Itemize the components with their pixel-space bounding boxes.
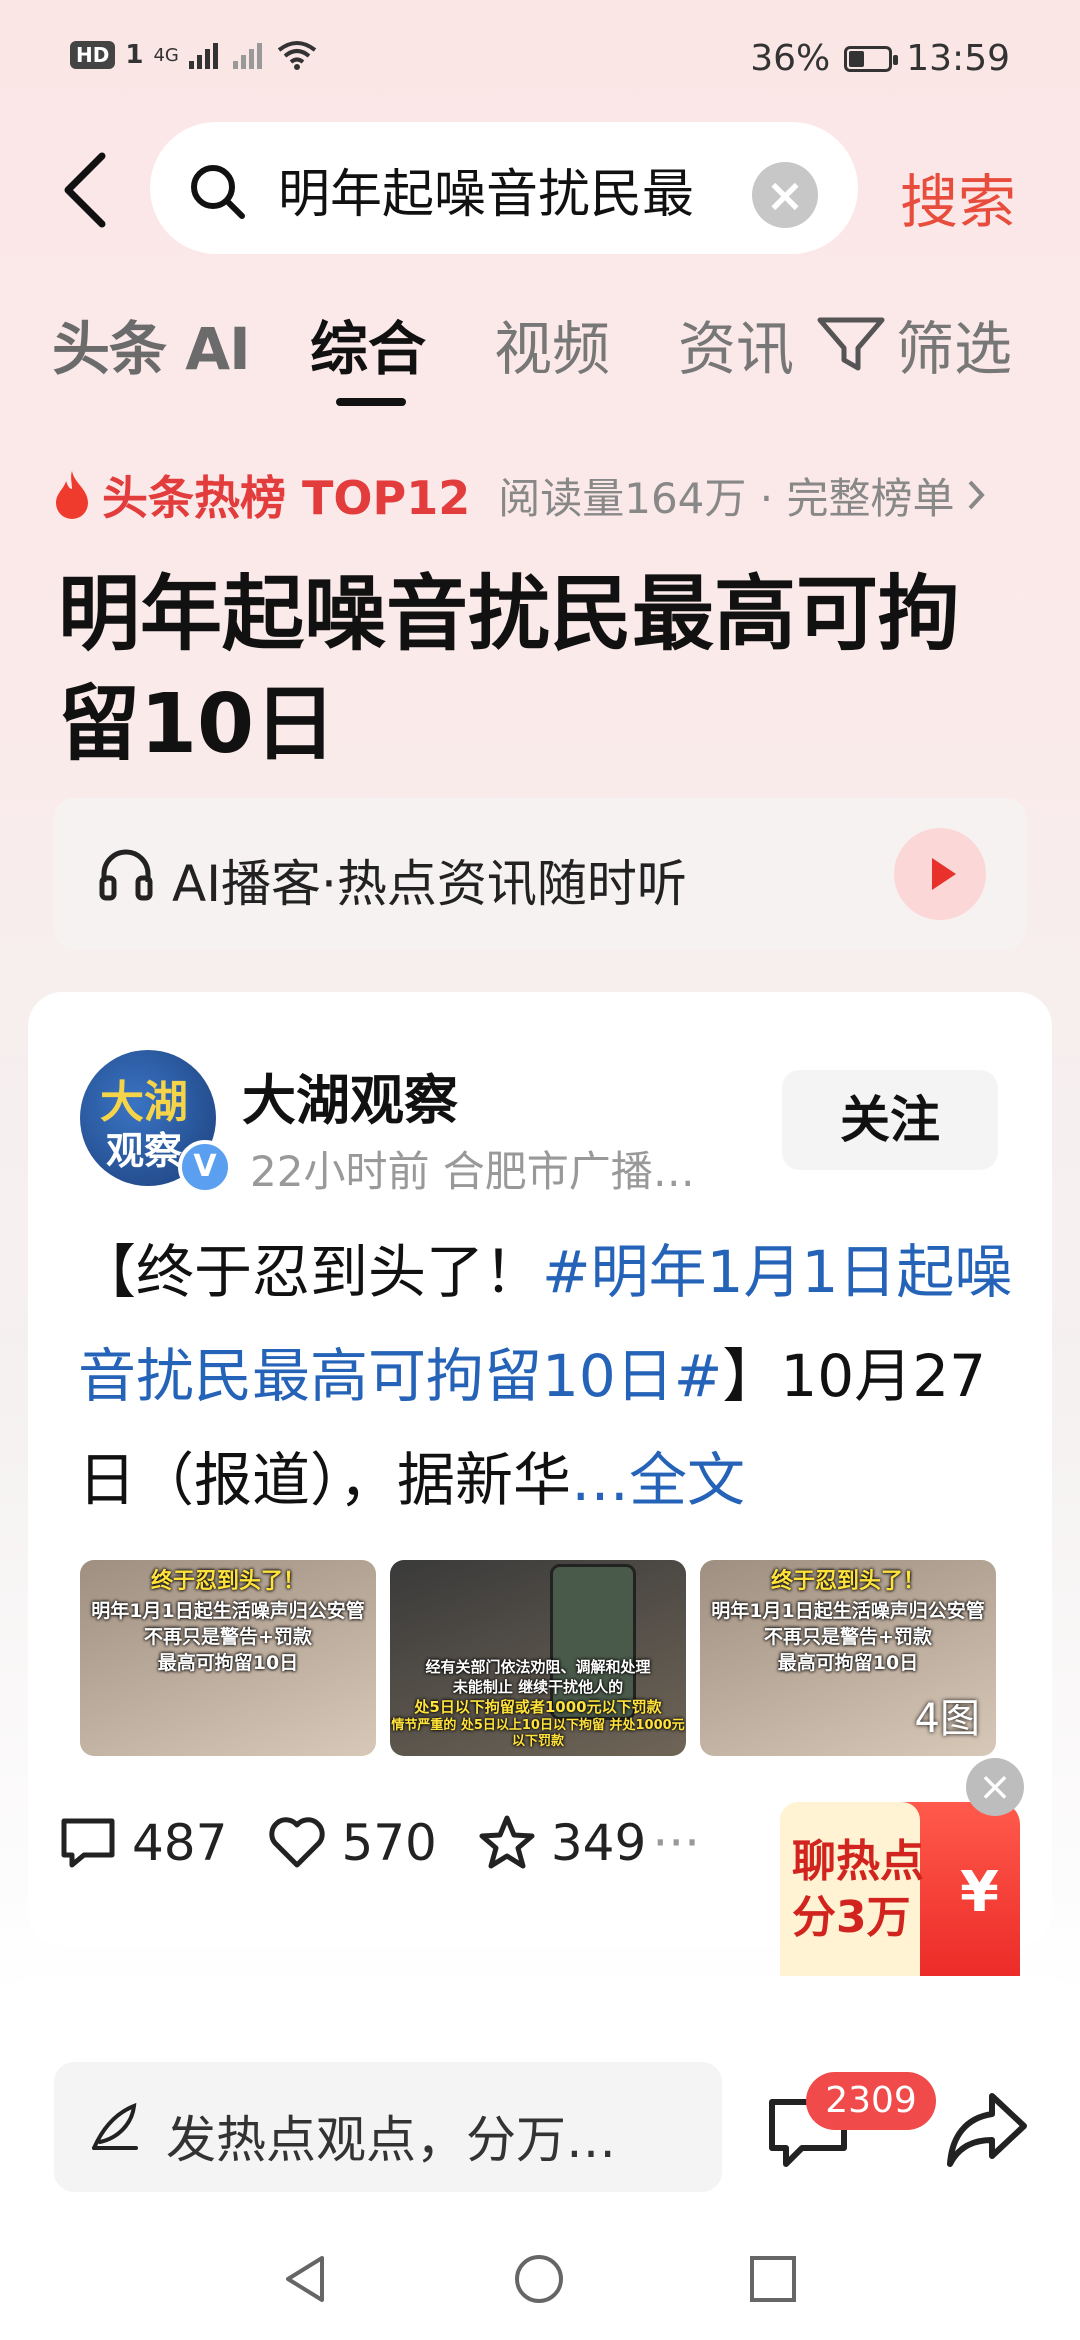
thumb-caption: 最高可拘留10日 <box>157 1652 299 1674</box>
image-count: 4图 <box>914 1696 980 1742</box>
play-button[interactable] <box>894 828 986 920</box>
search-box[interactable]: 明年起噪音扰民最 × <box>150 122 858 254</box>
comment-count-badge: 2309 <box>806 2072 936 2130</box>
wifi-icon <box>277 41 317 70</box>
nav-recents-icon[interactable] <box>748 2254 798 2304</box>
search-icon <box>191 165 245 219</box>
favorite-count: 349 <box>550 1814 647 1872</box>
filter-button[interactable]: 筛选 <box>816 302 1012 386</box>
close-icon[interactable]: × <box>966 1758 1024 1816</box>
avatar-text-bottom: 观察 <box>106 1128 183 1173</box>
more-icon[interactable]: ··· <box>652 1814 700 1872</box>
hd-indicator: HD <box>70 41 116 69</box>
network-indicator: 4G <box>153 44 179 66</box>
search-button[interactable]: 搜索 <box>900 155 1016 239</box>
status-right: 36% 13:59 <box>750 38 1010 79</box>
red-packet-line-1: 聊热点 <box>792 1836 924 1887</box>
post-meta: 22小时前 合肥市广播… <box>250 1147 695 1196</box>
status-left: HD 1 4G <box>70 40 317 70</box>
tab-video[interactable]: 视频 <box>494 302 610 386</box>
post-image-2[interactable]: 经有关部门依法劝阻、调解和处理 未能制止 继续干扰他人的 处5日以下拘留或者10… <box>390 1560 686 1756</box>
post-image-1[interactable]: 终于忍到头了！ 明年1月1日起生活噪声归公安管 不再只是警告+罚款 最高可拘留1… <box>80 1560 376 1756</box>
pen-icon <box>92 2102 138 2150</box>
thumb-caption: 不再只是警告+罚款 <box>764 1626 932 1648</box>
tab-news[interactable]: 资讯 <box>678 302 838 386</box>
comment-input[interactable]: 发热点观点，分万… <box>54 2062 722 2192</box>
hot-rank-label: 头条热榜 TOP12 <box>102 471 471 525</box>
status-bar: HD 1 4G 36% 13:59 <box>0 0 1080 124</box>
post-prefix: 【终于忍到头了！ <box>78 1238 543 1306</box>
podcast-label: AI播客·热点资讯随时听 <box>172 855 687 913</box>
red-packet-text: 聊热点 分3万 <box>792 1834 924 1946</box>
favorite-button[interactable]: 349 ··· <box>477 1814 700 1872</box>
thumb-caption: 情节严重的 处5日以上10日以下拘留 并处1000元以下罚款 <box>391 1718 685 1750</box>
thumb-caption-title: 终于忍到头了！ <box>770 1569 925 1594</box>
hot-meta: 阅读量164万 · 完整榜单 <box>498 473 955 523</box>
like-count: 570 <box>341 1814 437 1872</box>
share-icon[interactable] <box>944 2088 1030 2172</box>
filter-label: 筛选 <box>896 315 1013 383</box>
tab-bar: 头条 AI 综合 视频 资讯 筛选 <box>52 302 1052 412</box>
nav-home-icon[interactable] <box>512 2252 566 2306</box>
play-icon <box>932 858 956 890</box>
thumb-caption-title: 终于忍到头了！ <box>150 1569 305 1594</box>
comment-icon <box>61 1818 115 1868</box>
search-input[interactable]: 明年起噪音扰民最 <box>278 152 708 227</box>
comment-button[interactable]: 487 <box>58 1814 227 1872</box>
like-button[interactable]: 570 <box>267 1814 437 1872</box>
chevron-left-icon <box>64 152 106 228</box>
engagement-bar: 487 570 349 ··· <box>58 1814 740 1872</box>
ai-podcast-bar[interactable]: AI播客·热点资讯随时听 <box>54 798 1026 950</box>
clock: 13:59 <box>906 38 1010 79</box>
headphones-icon <box>99 849 153 901</box>
red-packet-line-2: 分3万 <box>792 1892 911 1943</box>
read-more-link[interactable]: …全文 <box>571 1446 745 1514</box>
thumb-caption: 最高可拘留10日 <box>777 1652 919 1674</box>
clear-icon[interactable]: × <box>752 162 818 228</box>
battery-icon <box>844 45 899 72</box>
page-title: 明年起噪音扰民最高可拘留10日 <box>58 567 961 772</box>
comment-count: 487 <box>132 1814 228 1872</box>
thumb-caption: 不再只是警告+罚款 <box>144 1626 312 1648</box>
tab-toutiao-ai[interactable]: 头条 AI <box>52 302 251 386</box>
heart-icon <box>269 1817 326 1868</box>
thumb-caption: 明年1月1日起生活噪声归公安管 <box>711 1600 985 1622</box>
thumb-caption: 处5日以下拘留或者1000元以下罚款 <box>414 1698 662 1716</box>
author-name[interactable]: 大湖观察 <box>242 1056 458 1135</box>
signal-icon <box>188 43 218 69</box>
yen-icon: ¥ <box>960 1860 999 1925</box>
star-icon <box>479 1815 535 1869</box>
thumb-caption: 经有关部门依法劝阻、调解和处理 <box>425 1658 651 1676</box>
verified-icon: V <box>178 1140 232 1194</box>
signal-2-icon <box>232 43 262 69</box>
hot-list-bar[interactable]: 头条热榜 TOP12 阅读量164万 · 完整榜单 <box>52 462 988 528</box>
active-tab-indicator <box>336 398 406 406</box>
post-image-3[interactable]: 终于忍到头了！ 明年1月1日起生活噪声归公安管 不再只是警告+罚款 最高可拘留1… <box>700 1560 996 1756</box>
post-text[interactable]: 【终于忍到头了！#明年1月1日起噪音扰民最高可拘留10日#】10月27日（报道）… <box>78 1220 1018 1532</box>
follow-button[interactable]: 关注 <box>782 1070 998 1170</box>
tab-all[interactable]: 综合 <box>310 302 426 386</box>
thumb-caption: 未能制止 继续干扰他人的 <box>452 1678 624 1696</box>
thumb-caption: 明年1月1日起生活噪声归公安管 <box>91 1600 365 1622</box>
flame-icon <box>56 471 88 519</box>
comment-placeholder: 发热点观点，分万… <box>166 2111 616 2169</box>
system-nav-bar <box>0 2216 1080 2340</box>
battery-percent: 36% <box>750 38 831 79</box>
chevron-right-icon <box>968 480 986 510</box>
back-button[interactable] <box>58 150 118 230</box>
nav-back-icon[interactable] <box>280 2252 330 2306</box>
sim-indicator: 1 <box>125 40 144 70</box>
filter-icon <box>817 317 885 371</box>
